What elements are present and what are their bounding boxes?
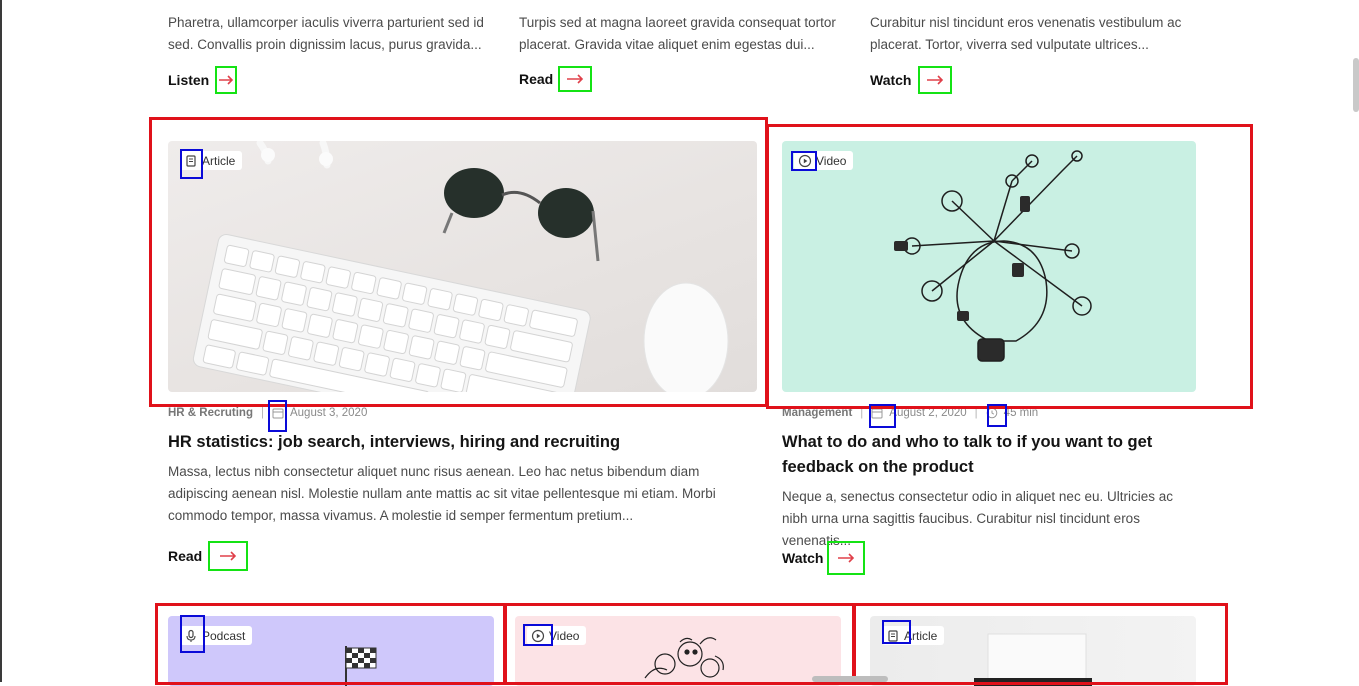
annotation-box-red (149, 117, 768, 407)
arrow-right-icon[interactable] (558, 66, 593, 92)
annotation-box-blue (180, 149, 203, 179)
cta-label: Read (168, 548, 203, 564)
read-link[interactable]: Read (519, 66, 593, 92)
post-date: August 3, 2020 (289, 407, 368, 419)
annotation-box-blue (987, 404, 1007, 427)
page-left-border (0, 0, 2, 682)
annotation-box-red (853, 603, 1228, 685)
card-excerpt: Turpis sed at magna laoreet gravida cons… (519, 15, 836, 52)
annotation-box-red (766, 124, 1253, 409)
category-link[interactable]: HR & Recruting (168, 407, 253, 419)
annotation-box-red (155, 603, 506, 685)
cta-label: Listen (168, 72, 210, 88)
watch-link[interactable]: Watch (782, 541, 866, 575)
arrow-right-icon[interactable] (827, 541, 866, 575)
annotation-box-blue (180, 615, 205, 653)
arrow-right-icon[interactable] (215, 66, 238, 94)
post-title[interactable]: What to do and who to talk to if you wan… (782, 430, 1182, 480)
watch-link[interactable]: Watch (870, 66, 953, 94)
arrow-right-icon[interactable] (918, 66, 953, 94)
post-excerpt: Massa, lectus nibh consectetur aliquet n… (168, 464, 716, 523)
annotation-box-red (504, 603, 855, 685)
annotation-box-blue (523, 624, 553, 646)
card-excerpt: Pharetra, ullamcorper iaculis viverra pa… (168, 15, 484, 52)
read-link[interactable]: Read (168, 541, 249, 571)
annotation-box-blue (791, 151, 817, 171)
horizontal-scrollbar-thumb[interactable] (812, 676, 888, 682)
annotation-box-blue (882, 620, 911, 644)
cta-label: Watch (870, 72, 912, 88)
post-title[interactable]: HR statistics: job search, interviews, h… (168, 430, 758, 455)
meta-separator: | (260, 407, 264, 419)
card-excerpt: Curabitur nisl tincidunt eros venenatis … (870, 15, 1182, 52)
arrow-right-icon[interactable] (208, 541, 249, 571)
annotation-box-blue (268, 400, 287, 432)
annotation-box-blue (869, 404, 896, 428)
cta-label: Watch (782, 550, 824, 566)
listen-link[interactable]: Listen (168, 66, 238, 94)
cta-label: Read (519, 71, 554, 87)
vertical-scrollbar-thumb[interactable] (1353, 58, 1359, 112)
